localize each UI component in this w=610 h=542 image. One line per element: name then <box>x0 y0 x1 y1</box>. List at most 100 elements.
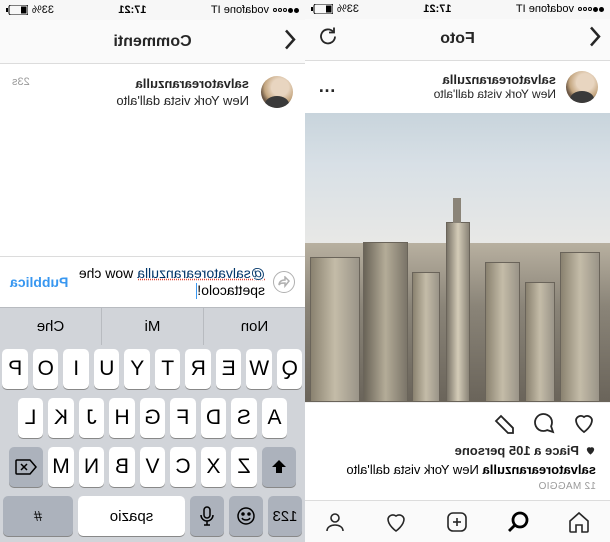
suggestion-2[interactable]: Mi <box>101 308 203 345</box>
key-b[interactable]: B <box>109 447 135 487</box>
likes-text: Piace a 105 persone <box>455 443 579 458</box>
refresh-button[interactable] <box>317 26 339 53</box>
nav-bar: Foto <box>305 19 610 61</box>
suggestion-1[interactable]: Non <box>203 308 305 345</box>
key-r[interactable]: R <box>186 349 212 389</box>
comment-caption-row: salvatorearanzulla New York vista dall'a… <box>0 64 305 124</box>
suggestion-3[interactable]: Che <box>0 308 101 345</box>
shift-key[interactable] <box>262 447 296 487</box>
status-time: 17:21 <box>118 4 146 16</box>
key-g[interactable]: G <box>140 398 166 438</box>
chevron-left-icon <box>283 28 297 50</box>
emoji-icon <box>236 506 256 526</box>
backspace-key[interactable] <box>9 447 43 487</box>
key-y[interactable]: Y <box>125 349 151 389</box>
battery-icon <box>6 5 28 15</box>
status-bar: vodafone IT 17:21 33% <box>0 0 305 20</box>
avatar[interactable] <box>261 76 293 108</box>
compose-bar: @salvatorearanzulla wow che spettacolo! … <box>0 256 305 307</box>
caption: salvatorearanzulla New York vista dall'a… <box>305 462 610 481</box>
backspace-icon <box>15 459 37 475</box>
post-header: salvatorearanzulla New York vista dall'a… <box>305 61 610 113</box>
likes-row[interactable]: Piace a 105 persone <box>305 443 610 462</box>
key-h[interactable]: H <box>109 398 135 438</box>
key-z[interactable]: Z <box>231 447 257 487</box>
key-j[interactable]: J <box>79 398 105 438</box>
like-icon[interactable] <box>572 411 596 435</box>
emoji-key[interactable] <box>229 496 263 536</box>
key-l[interactable]: L <box>18 398 44 438</box>
comment-caption-text: New York vista dall'alto <box>116 93 249 108</box>
numbers-key[interactable]: 123 <box>268 496 302 536</box>
photo-detail-screen: vodafone IT 17:21 33% Foto salvatorearan… <box>305 0 610 542</box>
activity-tab-icon[interactable] <box>385 510 409 534</box>
create-tab-icon[interactable] <box>446 510 470 534</box>
signal-icon <box>273 8 299 13</box>
battery-icon <box>311 4 333 14</box>
comment-time: 23s <box>12 76 30 88</box>
caption-text: New York vista dall'alto <box>346 462 479 477</box>
signal-icon <box>578 7 604 12</box>
keyboard: Q W E R T Y U I O P A S D F G H J K L <box>0 345 305 542</box>
battery-label: 33% <box>337 3 359 15</box>
back-button[interactable] <box>588 26 602 53</box>
post-action-bar <box>305 402 610 443</box>
status-bar: vodafone IT 17:21 33% <box>305 0 610 19</box>
profile-tab-icon[interactable] <box>324 510 348 534</box>
publish-button[interactable]: Pubblica <box>10 274 68 290</box>
text-cursor <box>196 283 198 299</box>
comment-username[interactable]: salvatorearanzulla <box>136 76 249 91</box>
reply-icon <box>273 271 295 293</box>
key-a[interactable]: A <box>262 398 288 438</box>
more-button[interactable]: … <box>317 76 336 97</box>
key-p[interactable]: P <box>3 349 29 389</box>
status-time: 17:21 <box>423 3 451 15</box>
key-f[interactable]: F <box>170 398 196 438</box>
key-i[interactable]: I <box>64 349 90 389</box>
mic-icon <box>200 506 214 526</box>
key-s[interactable]: S <box>231 398 257 438</box>
autocorrect-bar: Non Mi Che <box>0 307 305 345</box>
key-m[interactable]: M <box>48 447 74 487</box>
compose-mention: @salvatorearanzulla <box>137 265 265 281</box>
post-date: 12 MAGGIO <box>305 481 610 500</box>
carrier-label: vodafone IT <box>516 3 574 15</box>
post-photo[interactable] <box>305 113 610 403</box>
heart-filled-icon <box>585 445 596 456</box>
carrier-label: vodafone IT <box>211 4 269 16</box>
key-x[interactable]: X <box>201 447 227 487</box>
space-key[interactable]: spazio <box>78 496 185 536</box>
tab-bar <box>305 500 610 542</box>
key-k[interactable]: K <box>48 398 74 438</box>
share-icon[interactable] <box>492 411 516 435</box>
nav-title: Commenti <box>113 33 191 51</box>
post-username[interactable]: salvatorearanzulla <box>434 72 556 88</box>
comment-icon[interactable] <box>532 411 556 435</box>
chevron-left-icon <box>588 26 602 48</box>
home-tab-icon[interactable] <box>568 510 592 534</box>
back-button[interactable] <box>283 28 297 55</box>
dictation-key[interactable] <box>190 496 224 536</box>
key-q[interactable]: Q <box>277 349 303 389</box>
nav-title: Foto <box>440 30 475 48</box>
refresh-icon <box>317 26 339 48</box>
key-d[interactable]: D <box>201 398 227 438</box>
compose-input[interactable]: @salvatorearanzulla wow che spettacolo! <box>76 265 265 299</box>
key-n[interactable]: N <box>79 447 105 487</box>
shift-icon <box>270 458 288 476</box>
post-location[interactable]: New York vista dall'alto <box>434 87 556 101</box>
key-v[interactable]: V <box>140 447 166 487</box>
caption-username[interactable]: salvatorearanzulla <box>483 462 596 477</box>
key-o[interactable]: O <box>33 349 59 389</box>
key-u[interactable]: U <box>94 349 120 389</box>
key-w[interactable]: W <box>247 349 273 389</box>
avatar[interactable] <box>566 71 598 103</box>
nav-bar: Commenti <box>0 20 305 64</box>
key-t[interactable]: T <box>155 349 181 389</box>
key-e[interactable]: E <box>216 349 242 389</box>
return-key[interactable]: # <box>3 496 73 536</box>
key-c[interactable]: C <box>170 447 196 487</box>
comments-screen: vodafone IT 17:21 33% Commenti salvatore… <box>0 0 305 542</box>
battery-label: 33% <box>32 4 54 16</box>
search-tab-icon[interactable] <box>507 510 531 534</box>
